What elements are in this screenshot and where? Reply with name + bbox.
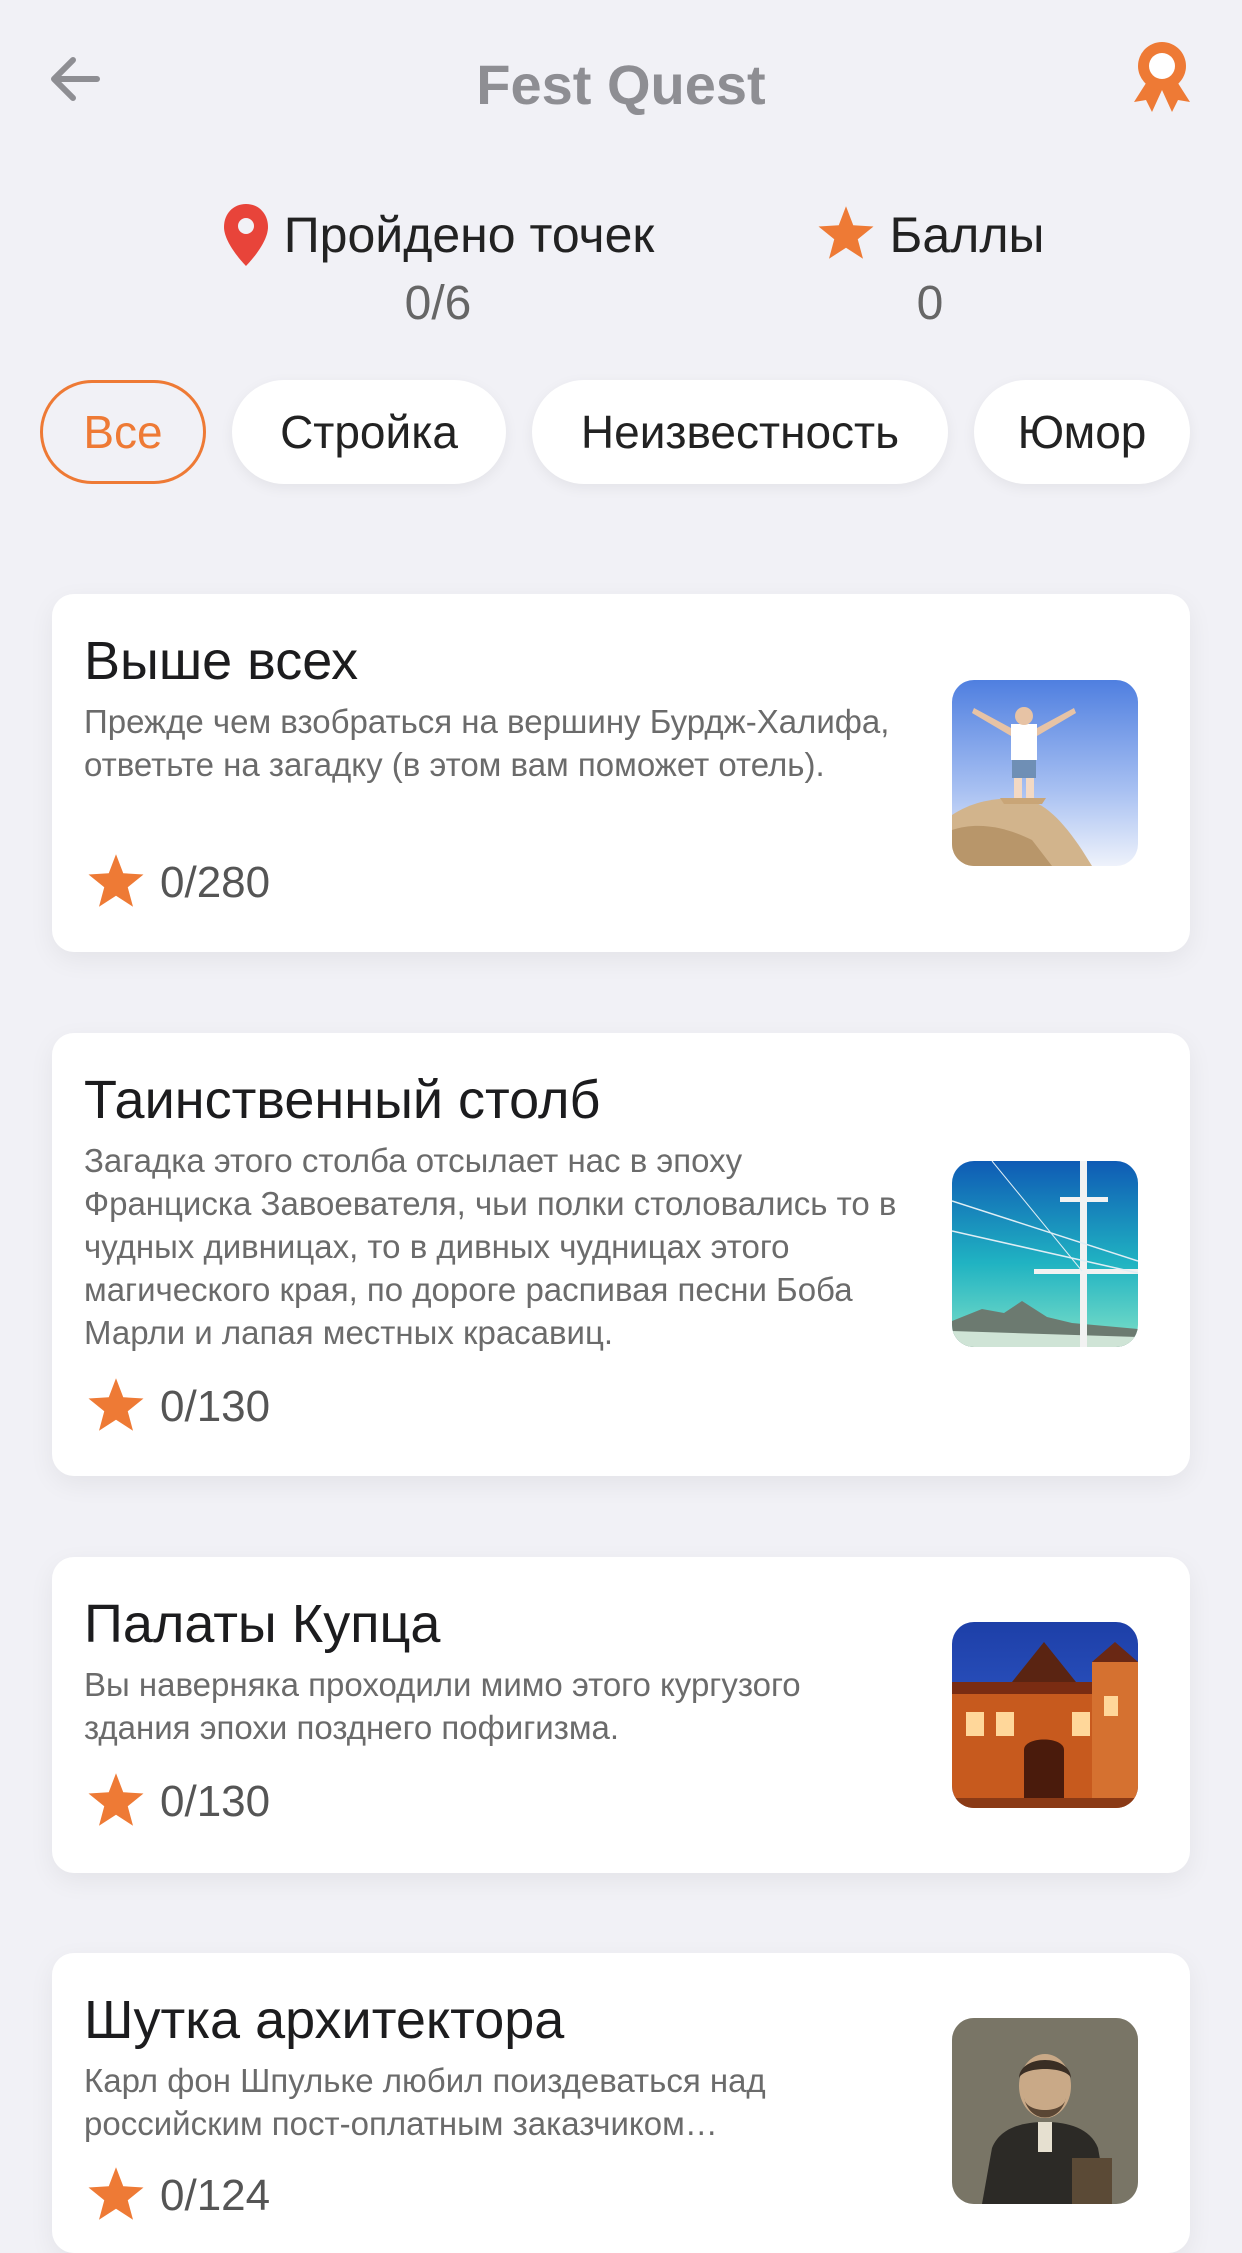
- points-value: 0/6: [404, 277, 472, 330]
- quest-thumbnail-man-on-rock: [952, 680, 1138, 866]
- quest-points-value: 0/280: [160, 858, 271, 907]
- filter-chip-unknown[interactable]: Неизвестность: [532, 380, 948, 484]
- quest-points-value: 0/130: [160, 1382, 271, 1431]
- quest-title: Выше всех: [84, 631, 359, 691]
- star-icon: [88, 854, 144, 907]
- quest-points-value: 0/124: [160, 2171, 271, 2220]
- quest-points-value: 0/130: [160, 1777, 271, 1826]
- quest-title: Таинственный столб: [84, 1070, 601, 1130]
- quest-points: 0/130: [86, 1378, 270, 1436]
- score-value: 0: [916, 277, 944, 330]
- map-pin-icon: [223, 204, 268, 266]
- app-header: Fest Quest: [0, 0, 1242, 160]
- quest-thumbnail-architect-portrait: [952, 2018, 1138, 2204]
- quest-description: Карл фон Шпульке любил поиздеваться над …: [84, 2062, 766, 2142]
- quest-points: 0/130: [86, 1773, 270, 1831]
- filter-chip-all[interactable]: Все: [40, 380, 206, 484]
- quest-card[interactable]: Таинственный столб Загадка этого столба …: [52, 1033, 1190, 1476]
- score-stat: Баллы 0: [810, 200, 1050, 331]
- quest-description: Прежде чем взобраться на вершину Бурдж-Х…: [84, 703, 890, 783]
- filter-chip-humor[interactable]: Юмор: [974, 380, 1190, 484]
- filter-chip-construction[interactable]: Стройка: [232, 380, 506, 484]
- quest-points: 0/124: [86, 2167, 270, 2225]
- star-icon: [88, 1773, 144, 1826]
- quest-thumbnail-pole: [952, 1161, 1138, 1347]
- quest-description: Вы наверняка проходили мимо этого кургуз…: [84, 1666, 801, 1746]
- star-icon: [818, 206, 874, 259]
- star-icon: [88, 1378, 144, 1431]
- score-label: Баллы: [889, 207, 1045, 263]
- quest-card[interactable]: Выше всех Прежде чем взобраться на верши…: [52, 594, 1190, 952]
- quest-card[interactable]: Шутка архитектора Карл фон Шпульке любил…: [52, 1953, 1190, 2253]
- points-stat: Пройдено точек 0/6: [198, 200, 678, 331]
- quest-title: Шутка архитектора: [84, 1990, 565, 2050]
- progress-stats: Пройдено точек 0/6 Баллы 0: [0, 200, 1242, 340]
- quest-card[interactable]: Палаты Купца Вы наверняка проходили мимо…: [52, 1557, 1190, 1873]
- quest-points: 0/280: [86, 854, 270, 912]
- award-ribbon-icon: [1134, 42, 1190, 112]
- quest-description: Загадка этого столба отсылает нас в эпох…: [84, 1142, 897, 1351]
- points-label: Пройдено точек: [283, 207, 655, 263]
- award-button[interactable]: [1122, 38, 1202, 118]
- category-filters: Все Стройка Неизвестность Юмор: [40, 380, 1190, 484]
- page-title: Fest Quest: [476, 53, 766, 116]
- quest-thumbnail-merchant-house: [952, 1622, 1138, 1808]
- star-icon: [88, 2167, 144, 2220]
- quest-title: Палаты Купца: [84, 1594, 441, 1654]
